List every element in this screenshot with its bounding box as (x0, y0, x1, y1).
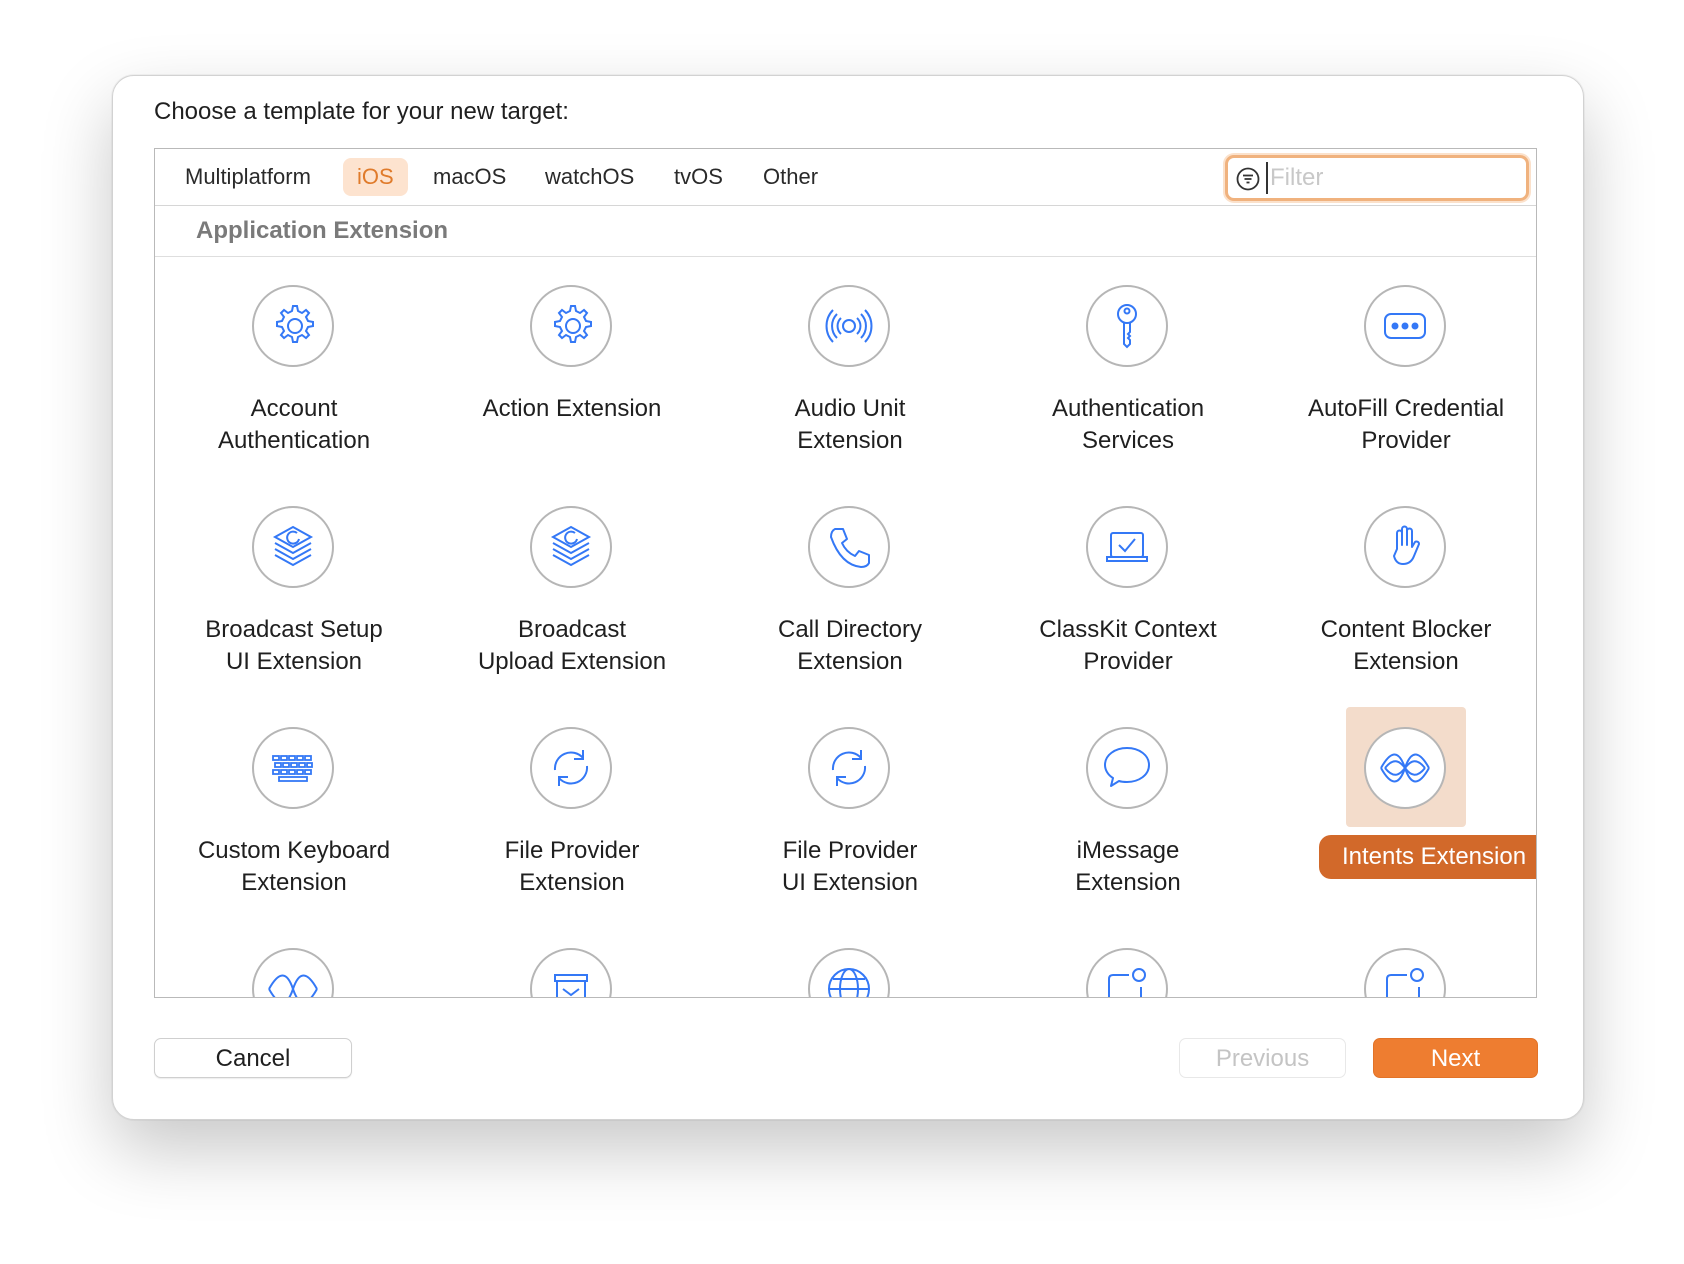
template-content-blocker[interactable]: Content Blocker Extension (1267, 498, 1536, 718)
broadcast-stack-icon (272, 525, 314, 567)
template-broadcast-upload[interactable]: Broadcast Upload Extension (433, 498, 711, 718)
siri-waves-icon (1380, 753, 1430, 783)
tab-macos[interactable]: macOS (419, 158, 520, 196)
template-icon-circle (530, 727, 612, 809)
tab-other[interactable]: Other (749, 158, 832, 196)
template-file-provider-ui[interactable]: File Provider UI Extension (711, 719, 989, 939)
speech-bubble-icon (1104, 747, 1150, 787)
template-icon-circle (1086, 948, 1168, 997)
template-icon-circle (1364, 285, 1446, 367)
cancel-button[interactable]: Cancel (154, 1038, 352, 1078)
template-custom-keyboard[interactable]: Custom Keyboard Extension (155, 719, 433, 939)
template-label: Broadcast Upload Extension (477, 616, 667, 675)
notification-icon (1108, 968, 1146, 997)
template-icon-circle (1364, 948, 1446, 997)
template-icon-circle (808, 727, 890, 809)
template-label: ClassKit Context Provider (1039, 616, 1217, 675)
section-header: Application Extension (155, 206, 1536, 257)
template-panel: Multiplatform iOS macOS watchOS tvOS Oth… (154, 148, 1537, 998)
classkit-icon (1106, 532, 1148, 562)
sync-icon (553, 750, 589, 786)
template-partial-3[interactable] (711, 940, 989, 997)
template-icon-circle (530, 506, 612, 588)
template-label: Action Extension (482, 395, 662, 422)
globe-icon (828, 968, 870, 997)
hand-icon (1393, 525, 1420, 565)
template-icon-circle (530, 948, 612, 997)
template-partial-1[interactable] (155, 940, 433, 997)
key-icon (1117, 304, 1137, 349)
template-partial-4[interactable] (989, 940, 1267, 997)
next-button[interactable]: Next (1373, 1038, 1538, 1078)
previous-button[interactable]: Previous (1179, 1038, 1346, 1078)
template-authentication-services[interactable]: Authentication Services (989, 277, 1267, 497)
template-autofill-credential-provider[interactable]: AutoFill Credential Provider (1267, 277, 1536, 497)
tab-tvos[interactable]: tvOS (660, 158, 737, 196)
template-icon-circle (1086, 727, 1168, 809)
filter-field[interactable] (1225, 155, 1529, 201)
notification-icon (1386, 968, 1424, 997)
template-file-provider[interactable]: File Provider Extension (433, 719, 711, 939)
template-icon-circle (808, 948, 890, 997)
template-icon-circle (1364, 506, 1446, 588)
section-title: Application Extension (196, 217, 449, 244)
template-icon-circle (1364, 727, 1446, 809)
sync-icon (831, 750, 867, 786)
platform-tab-bar: Multiplatform iOS macOS watchOS tvOS Oth… (155, 149, 1536, 206)
template-icon-circle (1086, 506, 1168, 588)
template-icon-circle (252, 727, 334, 809)
archive-box-icon (554, 974, 588, 997)
template-label: Authentication Services (1051, 395, 1205, 454)
template-audio-unit-extension[interactable]: Audio Unit Extension (711, 277, 989, 497)
template-label-selected: Intents Extension (1319, 835, 1536, 879)
gear-icon (554, 305, 592, 343)
template-label: Broadcast Setup UI Extension (205, 616, 383, 675)
template-icon-circle (530, 285, 612, 367)
template-imessage[interactable]: iMessage Extension (989, 719, 1267, 939)
template-account-authentication[interactable]: Account Authentication (155, 277, 433, 497)
template-classkit-context-provider[interactable]: ClassKit Context Provider (989, 498, 1267, 718)
filter-icon (1236, 167, 1260, 191)
template-icon-circle (252, 506, 334, 588)
template-label: Account Authentication (217, 395, 371, 454)
template-partial-5[interactable] (1267, 940, 1536, 997)
template-label: Audio Unit Extension (794, 395, 906, 454)
template-icon-circle (252, 948, 334, 997)
dialog-prompt: Choose a template for your new target: (154, 98, 569, 125)
template-action-extension[interactable]: Action Extension (433, 277, 711, 497)
password-field-icon (1384, 313, 1426, 339)
tab-watchos[interactable]: watchOS (531, 158, 648, 196)
template-partial-2[interactable] (433, 940, 711, 997)
template-broadcast-setup-ui[interactable]: Broadcast Setup UI Extension (155, 498, 433, 718)
template-label: Call Directory Extension (777, 616, 923, 675)
template-label: File Provider UI Extension (781, 837, 919, 896)
template-icon-circle (808, 285, 890, 367)
template-label: Custom Keyboard Extension (197, 837, 391, 896)
template-label: iMessage Extension (1075, 837, 1181, 896)
gear-icon (276, 305, 314, 343)
template-icon-circle (1086, 285, 1168, 367)
template-call-directory[interactable]: Call Directory Extension (711, 498, 989, 718)
tab-ios[interactable]: iOS (343, 158, 408, 196)
broadcast-stack-icon (550, 525, 592, 567)
template-grid: Account Authentication Action Extension (155, 257, 1536, 997)
template-intents-extension[interactable]: Intents Extension (1267, 707, 1536, 939)
phone-icon (830, 528, 870, 568)
template-icon-circle (808, 506, 890, 588)
siri-waves-icon (268, 974, 318, 997)
template-icon-circle (252, 285, 334, 367)
keyboard-icon (272, 755, 313, 782)
tab-multiplatform[interactable]: Multiplatform (171, 158, 325, 196)
filter-input[interactable] (1266, 162, 1522, 194)
template-label: AutoFill Credential Provider (1307, 395, 1505, 454)
template-label: File Provider Extension (504, 837, 640, 896)
new-target-dialog: Choose a template for your new target: M… (112, 75, 1584, 1120)
template-label: Content Blocker Extension (1320, 616, 1492, 675)
audio-waves-icon (825, 309, 873, 343)
